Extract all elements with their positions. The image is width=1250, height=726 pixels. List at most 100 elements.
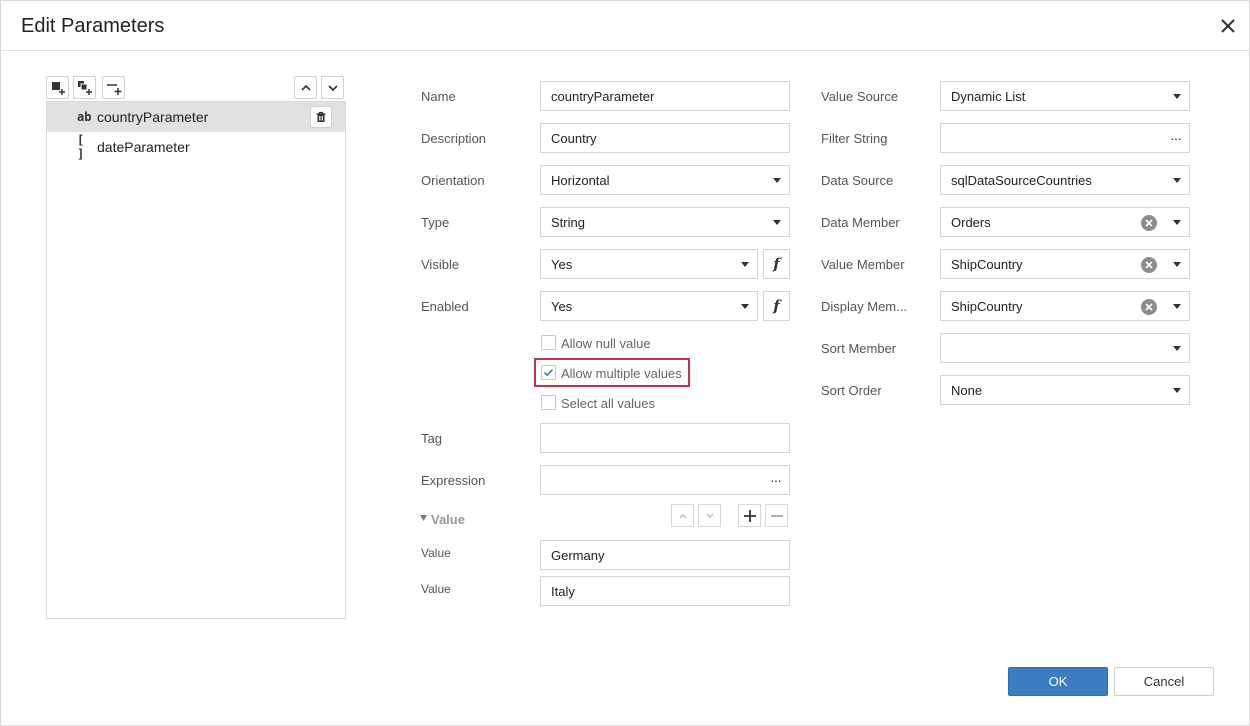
value-section-title: Value	[431, 512, 465, 527]
ok-button[interactable]: OK	[1008, 667, 1108, 696]
add-separator-icon	[106, 83, 121, 95]
ellipsis-icon[interactable]: ···	[1170, 130, 1182, 146]
minus-icon	[770, 514, 783, 517]
orientation-label: Orientation	[421, 173, 485, 188]
date-type-icon: [ ]	[77, 133, 85, 161]
parameters-list: ab countryParameter [ ] dateParameter	[46, 101, 346, 619]
name-label: Name	[421, 89, 456, 104]
type-select[interactable]: String	[540, 207, 790, 237]
move-up-button[interactable]	[294, 76, 317, 99]
value-source-value: Dynamic List	[951, 88, 1026, 104]
value-label: Value	[421, 546, 451, 560]
tag-field[interactable]	[540, 423, 790, 453]
parameter-item-label: countryParameter	[97, 109, 209, 125]
add-parameter-button[interactable]	[46, 76, 69, 99]
data-member-select[interactable]: Orders	[940, 207, 1190, 237]
sort-order-select[interactable]: None	[940, 375, 1190, 405]
tag-label: Tag	[421, 431, 442, 446]
checkmark-icon	[543, 368, 554, 377]
dropdown-arrow-icon	[1173, 304, 1181, 309]
sort-member-select[interactable]	[940, 333, 1190, 363]
dropdown-arrow-icon	[741, 262, 749, 267]
sort-member-label: Sort Member	[821, 341, 897, 356]
name-field[interactable]: countryParameter	[540, 81, 790, 111]
value-move-up-button[interactable]	[671, 504, 694, 527]
ellipsis-icon[interactable]: ···	[770, 472, 782, 488]
dropdown-arrow-icon	[1173, 262, 1181, 267]
enabled-value: Yes	[551, 298, 573, 314]
orientation-select[interactable]: Horizontal	[540, 165, 790, 195]
allow-multiple-checkbox[interactable]	[541, 365, 556, 380]
dropdown-arrow-icon	[1173, 346, 1181, 351]
display-member-select[interactable]: ShipCountry	[940, 291, 1190, 321]
filter-string-field[interactable]: ···	[940, 123, 1190, 153]
allow-multiple-label: Allow multiple values	[561, 366, 682, 381]
enabled-select[interactable]: Yes	[540, 291, 758, 321]
enabled-expression-button[interactable]: f	[763, 291, 790, 321]
clear-icon[interactable]	[1141, 299, 1157, 315]
description-label: Description	[421, 131, 487, 146]
visible-value: Yes	[551, 256, 573, 272]
move-down-button[interactable]	[321, 76, 344, 99]
sort-order-value: None	[951, 382, 983, 398]
dialog-titlebar: Edit Parameters	[1, 1, 1249, 51]
function-icon: f	[773, 297, 780, 315]
clear-icon[interactable]	[1141, 257, 1157, 273]
add-separator-button[interactable]	[102, 76, 125, 99]
expression-field[interactable]: ···	[540, 465, 790, 495]
visible-select[interactable]: Yes	[540, 249, 758, 279]
plus-icon	[743, 509, 756, 522]
close-button[interactable]	[1215, 13, 1241, 39]
expression-label: Expression	[421, 473, 486, 488]
display-member-label: Display Mem...	[821, 299, 907, 314]
trash-icon	[316, 111, 326, 122]
collapse-triangle-icon[interactable]	[420, 514, 428, 522]
dialog-title: Edit Parameters	[21, 15, 165, 37]
value-member-select[interactable]: ShipCountry	[940, 249, 1190, 279]
dropdown-arrow-icon	[773, 178, 781, 183]
dropdown-arrow-icon	[1173, 220, 1181, 225]
sort-order-label: Sort Order	[821, 383, 882, 398]
parameter-item-country[interactable]: ab countryParameter	[47, 102, 345, 132]
parameter-item-date[interactable]: [ ] dateParameter	[47, 132, 345, 162]
value-field-2[interactable]: Italy	[540, 576, 790, 606]
allow-null-checkbox[interactable]	[541, 335, 556, 350]
delete-parameter-button[interactable]	[310, 106, 332, 128]
enabled-label: Enabled	[421, 299, 469, 314]
value-source-label: Value Source	[821, 89, 899, 104]
value-text: Italy	[551, 583, 575, 599]
dropdown-arrow-icon	[1173, 94, 1181, 99]
type-label: Type	[421, 215, 450, 230]
dropdown-arrow-icon	[1173, 178, 1181, 183]
select-all-label: Select all values	[561, 396, 655, 411]
add-group-button[interactable]	[73, 76, 96, 99]
orientation-value: Horizontal	[551, 172, 610, 188]
data-source-label: Data Source	[821, 173, 894, 188]
add-group-icon	[77, 80, 92, 95]
string-type-icon: ab	[77, 110, 92, 124]
chevron-down-icon	[327, 84, 338, 91]
clear-icon[interactable]	[1141, 215, 1157, 231]
value-move-down-button[interactable]	[698, 504, 721, 527]
chevron-up-icon	[679, 513, 686, 518]
visible-expression-button[interactable]: f	[763, 249, 790, 279]
description-field[interactable]: Country	[540, 123, 790, 153]
cancel-button[interactable]: Cancel	[1114, 667, 1214, 696]
add-parameter-icon	[51, 81, 65, 95]
chevron-up-icon	[300, 84, 311, 91]
select-all-checkbox[interactable]	[541, 395, 556, 410]
value-field-1[interactable]: Germany	[540, 540, 790, 570]
value-source-select[interactable]: Dynamic List	[940, 81, 1190, 111]
close-icon	[1221, 19, 1235, 33]
dropdown-arrow-icon	[1173, 388, 1181, 393]
description-value: Country	[551, 130, 597, 146]
remove-value-button[interactable]	[765, 504, 788, 527]
edit-parameters-dialog: Edit Parameters ab countryParameter [] …	[0, 0, 1250, 726]
allow-null-label: Allow null value	[561, 336, 651, 351]
visible-label: Visible	[421, 257, 460, 272]
data-source-select[interactable]: sqlDataSourceCountries	[940, 165, 1190, 195]
value-member-label: Value Member	[821, 257, 905, 272]
chevron-down-icon	[706, 513, 713, 518]
function-icon: f	[773, 255, 780, 273]
add-value-button[interactable]	[738, 504, 761, 527]
